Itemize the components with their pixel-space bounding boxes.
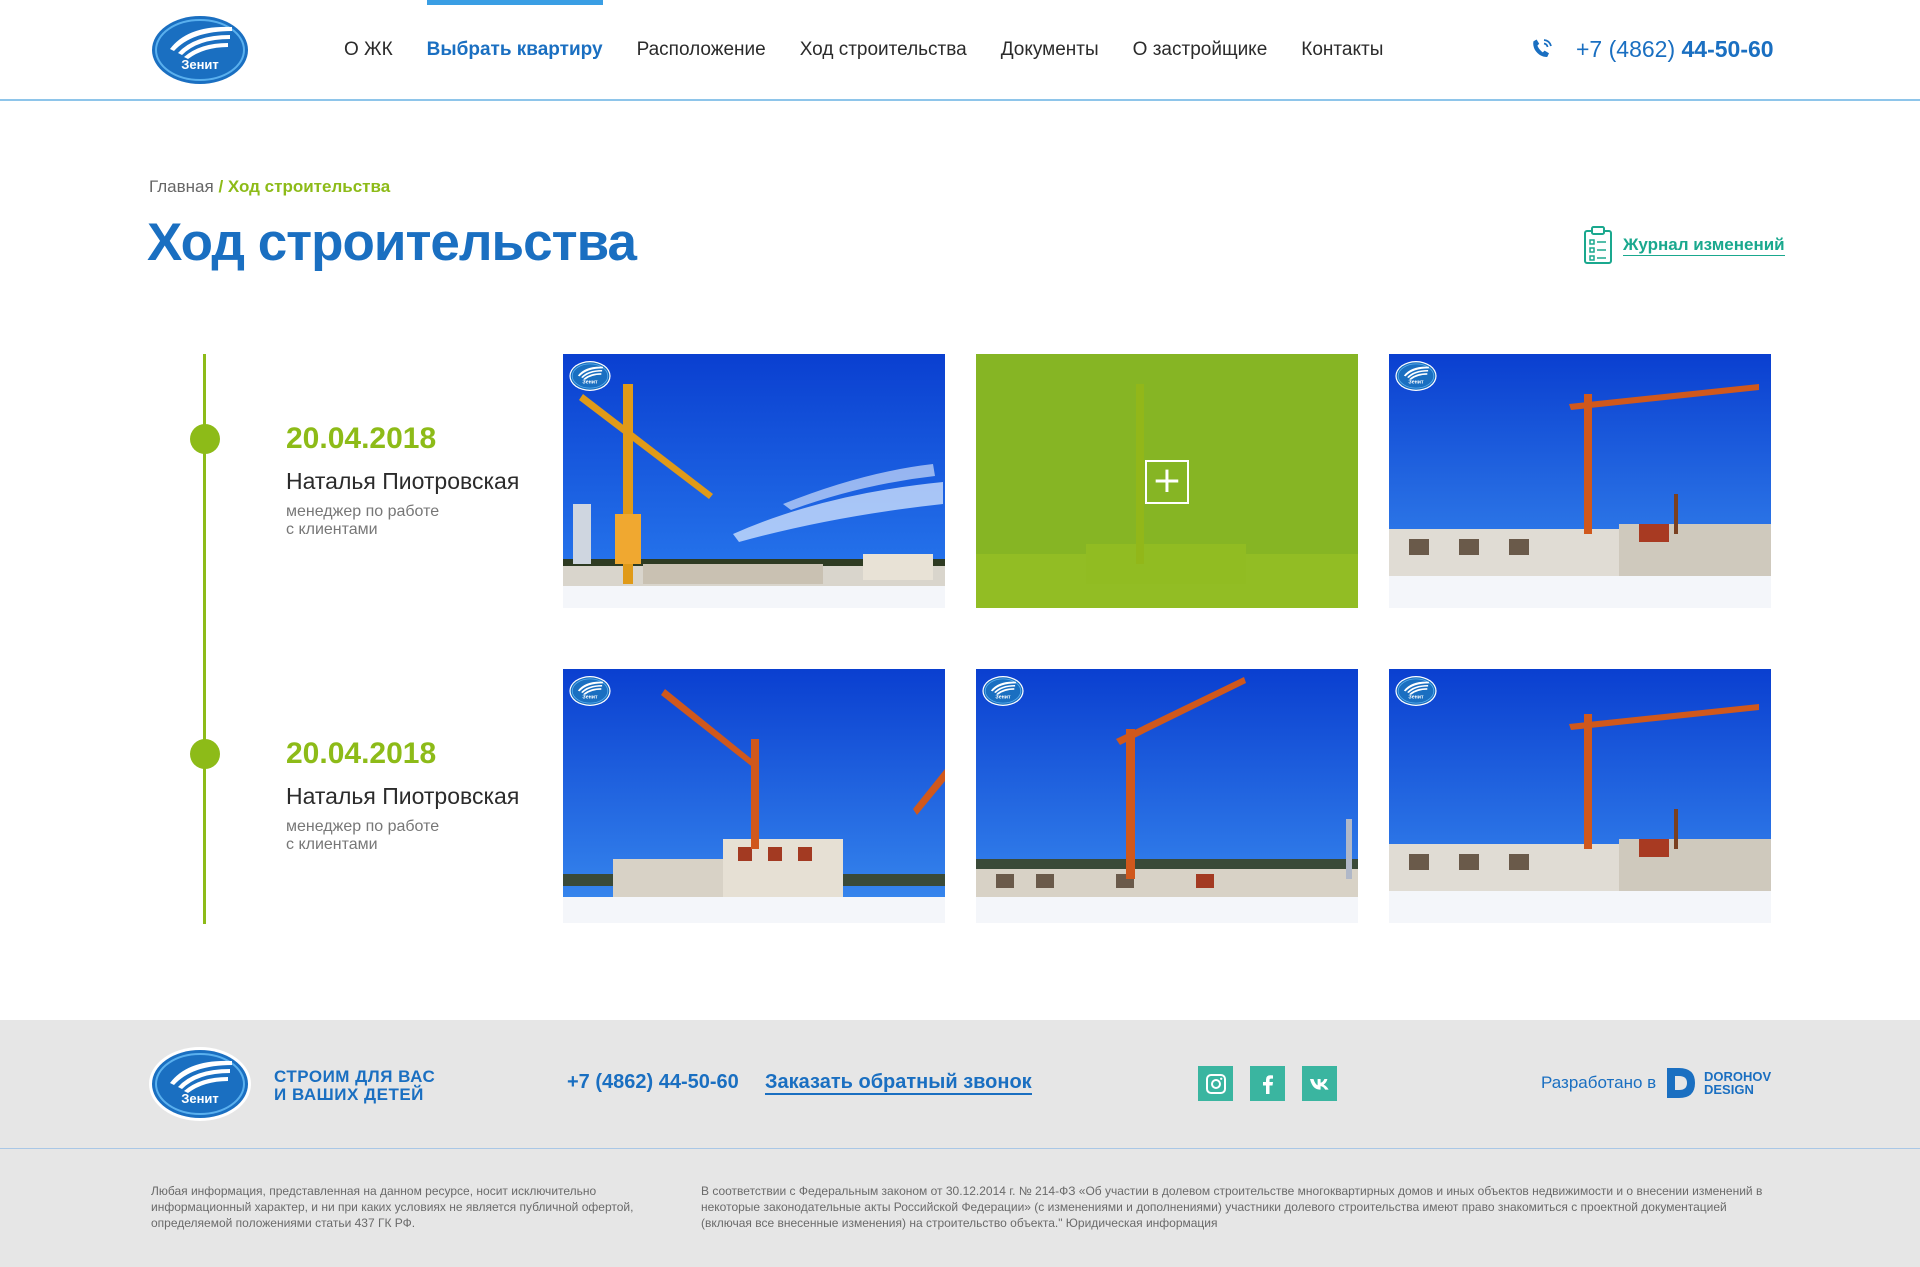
slogan-line1: СТРОИМ ДЛЯ ВАС xyxy=(274,1067,436,1086)
timeline-dot xyxy=(190,424,220,454)
entry-role: менеджер по работе с клиентами xyxy=(286,818,486,854)
watermark-logo-icon xyxy=(982,675,1024,707)
header-phone[interactable]: +7 (4862) 44-50-60 xyxy=(1576,36,1774,63)
zoom-plus-icon[interactable]: + xyxy=(1145,460,1189,504)
dorohov-design-logo-icon xyxy=(1667,1068,1695,1098)
construction-photo[interactable] xyxy=(1389,669,1771,923)
logo[interactable] xyxy=(148,11,252,89)
logo-icon xyxy=(148,11,252,89)
footer-top: СТРОИМ ДЛЯ ВАС И ВАШИХ ДЕТЕЙ +7 (4862) 4… xyxy=(0,1020,1920,1149)
developer-name: DOROHOV DESIGN xyxy=(1704,1070,1771,1096)
footer-slogan: СТРОИМ ДЛЯ ВАС И ВАШИХ ДЕТЕЙ xyxy=(274,1068,435,1104)
phone-icon[interactable] xyxy=(1530,37,1554,61)
vk-button[interactable] xyxy=(1302,1066,1337,1101)
footer-bottom: Любая информация, представленная на данн… xyxy=(0,1149,1920,1267)
construction-photo-image xyxy=(1389,669,1771,923)
journal-link-label: Журнал изменений xyxy=(1623,234,1785,256)
construction-photo-image xyxy=(976,669,1358,923)
entry-author: Наталья Пиотровская xyxy=(286,468,520,494)
nav-item-location[interactable]: Расположение xyxy=(637,0,766,99)
construction-photo[interactable] xyxy=(976,669,1358,923)
construction-photo[interactable] xyxy=(563,669,945,923)
construction-photo-image xyxy=(1389,354,1771,608)
nav-item-contacts[interactable]: Контакты xyxy=(1301,0,1383,99)
construction-photo[interactable] xyxy=(563,354,945,608)
vk-icon xyxy=(1309,1078,1329,1090)
phone-prefix: +7 (4862) xyxy=(1576,36,1682,62)
breadcrumb: Главная / Ход строительства xyxy=(149,177,390,197)
logo-icon xyxy=(148,1045,252,1123)
watermark-logo-icon xyxy=(569,360,611,392)
main-nav: О ЖК Выбрать квартиру Расположение Ход с… xyxy=(327,0,1400,99)
breadcrumb-current: Ход строительства xyxy=(227,177,391,196)
journal-link[interactable]: Журнал изменений xyxy=(1583,225,1785,265)
breadcrumb-home[interactable]: Главная xyxy=(149,177,214,196)
slogan-line2: И ВАШИХ ДЕТЕЙ xyxy=(274,1085,424,1104)
construction-photo-image xyxy=(563,669,945,923)
developed-by-label: Разработано в xyxy=(1541,1073,1657,1092)
instagram-button[interactable] xyxy=(1198,1066,1233,1101)
entry-role-line1: менеджер по работе xyxy=(286,503,440,520)
breadcrumb-separator: / xyxy=(213,177,228,196)
entry-author: Наталья Пиотровская xyxy=(286,783,520,809)
construction-photo-hovered[interactable]: + xyxy=(976,354,1358,608)
disclaimer-offer: Любая информация, представленная на данн… xyxy=(151,1184,634,1230)
nav-item-documents[interactable]: Документы xyxy=(1001,0,1099,99)
facebook-button[interactable] xyxy=(1250,1066,1285,1101)
nav-item-developer[interactable]: О застройщике xyxy=(1133,0,1268,99)
entry-role-line2: с клиентами xyxy=(286,836,378,853)
developer-logo[interactable]: DOROHOV DESIGN xyxy=(1665,1066,1771,1100)
watermark-logo-icon xyxy=(1395,360,1437,392)
watermark-logo-icon xyxy=(1395,675,1437,707)
clipboard-icon xyxy=(1584,226,1612,264)
footer-phone[interactable]: +7 (4862) 44-50-60 xyxy=(567,1071,739,1094)
entry-role: менеджер по работе с клиентами xyxy=(286,503,486,539)
watermark-logo-icon xyxy=(569,675,611,707)
nav-item-choose-apartment[interactable]: Выбрать квартиру xyxy=(426,0,603,99)
timeline-dot xyxy=(190,739,220,769)
nav-item-about[interactable]: О ЖК xyxy=(344,0,393,99)
phone-main: 44-50-60 xyxy=(1681,36,1774,62)
developer-line2: DESIGN xyxy=(1704,1082,1754,1097)
facebook-icon xyxy=(1262,1074,1273,1094)
construction-photo[interactable] xyxy=(1389,354,1771,608)
entry-date: 20.04.2018 xyxy=(286,737,437,770)
callback-link[interactable]: Заказать обратный звонок xyxy=(765,1071,1032,1095)
footer-logo[interactable] xyxy=(148,1045,252,1123)
construction-photo-image xyxy=(563,354,945,608)
instagram-icon xyxy=(1205,1073,1226,1094)
site-header: О ЖК Выбрать квартиру Расположение Ход с… xyxy=(0,0,1920,101)
entry-role-line2: с клиентами xyxy=(286,521,378,538)
entry-date: 20.04.2018 xyxy=(286,422,437,455)
nav-item-construction-progress[interactable]: Ход строительства xyxy=(800,0,967,99)
disclaimer-law: В соответствии с Федеральным законом от … xyxy=(701,1184,1763,1230)
page-title: Ход строительства xyxy=(147,213,637,272)
entry-role-line1: менеджер по работе xyxy=(286,818,440,835)
